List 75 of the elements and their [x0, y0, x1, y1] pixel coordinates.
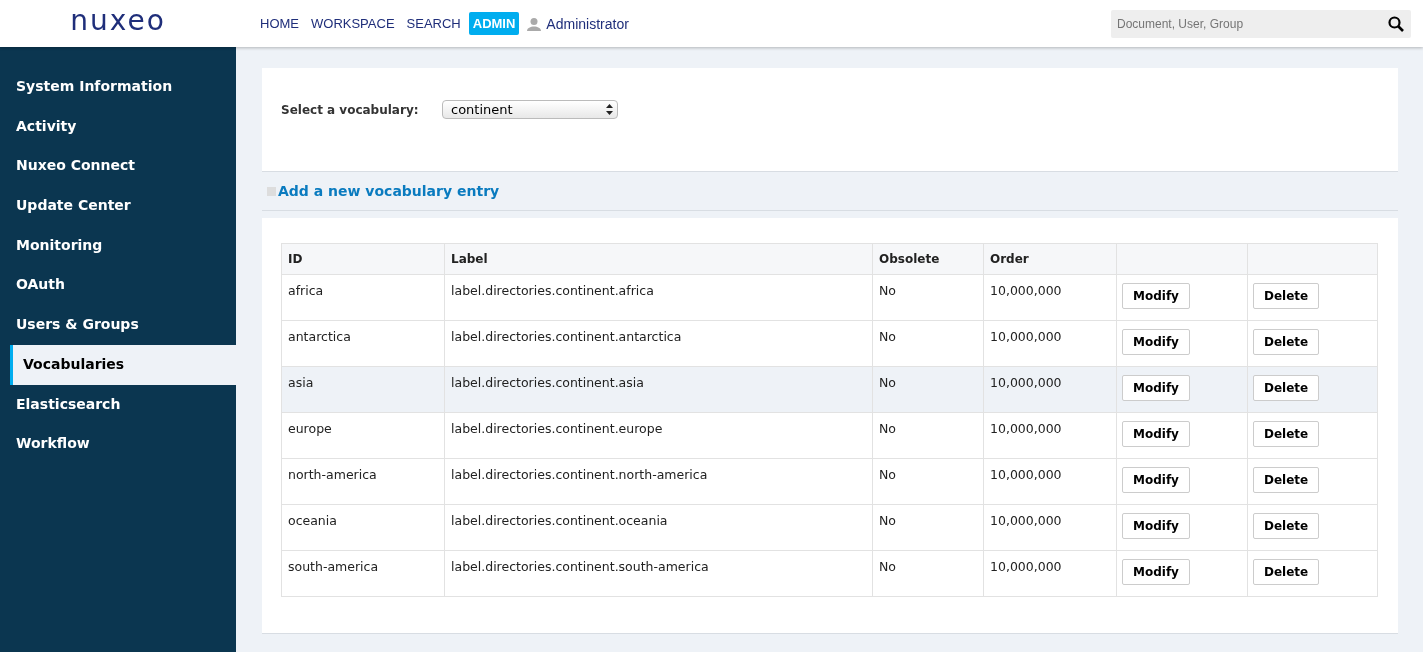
- sidebar-item[interactable]: OAuth: [0, 265, 236, 306]
- sidebar-item[interactable]: Users & Groups: [0, 305, 236, 345]
- sidebar-item[interactable]: Workflow: [0, 424, 236, 464]
- sidebar-item[interactable]: Activity: [0, 106, 236, 147]
- sidebar-item[interactable]: Update Center: [0, 186, 236, 226]
- table-cell: 10,000,000: [983, 458, 1117, 505]
- modify-button[interactable]: Modify: [1122, 467, 1190, 493]
- modify-button[interactable]: Modify: [1122, 375, 1190, 401]
- table-cell: 10,000,000: [983, 504, 1117, 551]
- column-header: ID: [281, 243, 445, 275]
- logo[interactable]: nuxeo: [70, 4, 166, 37]
- sidebar-item[interactable]: Elasticsearch: [0, 384, 236, 425]
- sidebar-item[interactable]: Vocabularies: [10, 344, 236, 385]
- nav-tab[interactable]: SEARCH: [402, 12, 465, 35]
- updown-arrows-icon: [606, 104, 613, 115]
- table-cell: label.directories.continent.europe: [444, 412, 873, 459]
- table-cell: No: [872, 458, 984, 505]
- sidebar-item[interactable]: Nuxeo Connect: [0, 146, 236, 187]
- table-cell: No: [872, 366, 984, 413]
- table-cell: africa: [281, 274, 445, 321]
- table-row[interactable]: europe label.directories.continent.europe No 10,000,000 Modify Delete: [281, 412, 1378, 459]
- table-cell: 10,000,000: [983, 274, 1117, 321]
- table-cell: label.directories.continent.north-america: [444, 458, 873, 505]
- delete-button[interactable]: Delete: [1253, 329, 1320, 355]
- table-cell: No: [872, 320, 984, 367]
- delete-button[interactable]: Delete: [1253, 559, 1320, 585]
- table-cell: 10,000,000: [983, 412, 1117, 459]
- table-cell: label.directories.continent.asia: [444, 366, 873, 413]
- table-row[interactable]: oceania label.directories.continent.oceania No 10,000,000 Modify Delete: [281, 504, 1378, 551]
- search-field[interactable]: Document, User, Group: [1111, 9, 1411, 38]
- nav-tab[interactable]: HOME: [256, 12, 303, 35]
- table-cell: 10,000,000: [983, 320, 1117, 367]
- table-cell: label.directories.continent.antarctica: [444, 320, 873, 367]
- table-cell: 10,000,000: [983, 366, 1117, 413]
- table-cell: asia: [281, 366, 445, 413]
- modify-button[interactable]: Modify: [1122, 559, 1190, 585]
- delete-button[interactable]: Delete: [1253, 283, 1320, 309]
- user-icon: [527, 16, 542, 31]
- column-header: Obsolete: [872, 243, 984, 275]
- table-cell: europe: [281, 412, 445, 459]
- add-entry-link[interactable]: Add a new vocabulary entry: [278, 183, 500, 199]
- table-cell: No: [872, 504, 984, 551]
- table-cell: No: [872, 550, 984, 597]
- delete-button[interactable]: Delete: [1253, 375, 1320, 401]
- table-cell: north-america: [281, 458, 445, 505]
- table-cell: south-america: [281, 550, 445, 597]
- table-row[interactable]: asia label.directories.continent.asia No 10,000,000 Modify Delete: [281, 366, 1378, 413]
- modify-button[interactable]: Modify: [1122, 283, 1190, 309]
- delete-button[interactable]: Delete: [1253, 467, 1320, 493]
- table-cell: label.directories.continent.africa: [444, 274, 873, 321]
- table-cell: label.directories.continent.oceania: [444, 504, 873, 551]
- column-header: Label: [444, 243, 873, 275]
- table-row[interactable]: south-america label.directories.continent.south-america No 10,000,000 Modify Delete: [281, 550, 1378, 597]
- sidebar-item[interactable]: System Information: [0, 67, 236, 107]
- table-row[interactable]: north-america label.directories.continent.north-america No 10,000,000 Modify Delete: [281, 458, 1378, 505]
- field-label: Select a vocabulary:: [281, 102, 420, 117]
- delete-button[interactable]: Delete: [1253, 513, 1320, 539]
- table-cell: 10,000,000: [983, 550, 1117, 597]
- modify-button[interactable]: Modify: [1122, 329, 1190, 355]
- user-name[interactable]: Administrator: [546, 15, 629, 32]
- delete-button[interactable]: Delete: [1253, 421, 1320, 447]
- nav-tab[interactable]: WORKSPACE: [307, 12, 399, 35]
- table-cell: oceania: [281, 504, 445, 551]
- table-cell: No: [872, 274, 984, 321]
- table-row[interactable]: antarctica label.directories.continent.antarctica No 10,000,000 Modify Delete: [281, 320, 1378, 367]
- table-cell: No: [872, 412, 984, 459]
- search-icon[interactable]: [1388, 15, 1404, 32]
- modify-button[interactable]: Modify: [1122, 421, 1190, 447]
- vocabulary-dropdown[interactable]: continent: [442, 100, 618, 119]
- table-cell: label.directories.continent.south-america: [444, 550, 873, 597]
- modify-button[interactable]: Modify: [1122, 513, 1190, 539]
- sidebar-item[interactable]: Monitoring: [0, 225, 236, 266]
- column-header: Order: [983, 243, 1117, 275]
- table-cell: antarctica: [281, 320, 445, 367]
- table-row[interactable]: africa label.directories.continent.africa No 10,000,000 Modify Delete: [281, 274, 1378, 321]
